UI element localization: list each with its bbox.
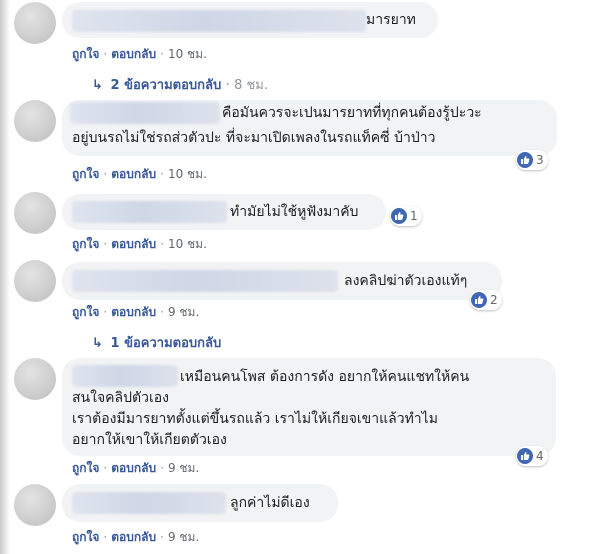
avatar[interactable]	[14, 484, 56, 526]
comment-timestamp: 9 ชม.	[167, 530, 200, 544]
reaction-count-badge[interactable]: 1	[390, 206, 422, 226]
comment-timestamp: 9 ชม.	[167, 305, 200, 319]
like-link[interactable]: ถูกใจ	[72, 237, 99, 251]
reply-link[interactable]: ตอบกลับ	[111, 530, 156, 544]
reply-link[interactable]: ตอบกลับ	[111, 47, 156, 61]
like-link[interactable]: ถูกใจ	[72, 461, 99, 475]
comment-text-line: สนใจคลิปตัวเอง	[72, 390, 169, 406]
reply-arrow-icon: ↳	[92, 336, 103, 351]
comment-timestamp: 10 ชม.	[167, 167, 207, 181]
reaction-count-badge[interactable]: 4	[516, 446, 548, 466]
comment-actions: ถูกใจ · ตอบกลับ · 10 ชม.	[72, 47, 207, 61]
redacted-username[interactable]	[70, 102, 220, 124]
view-replies-link[interactable]: ↳ 2 ข้อความตอบกลับ · 8 ชม.	[92, 74, 268, 95]
reply-link[interactable]: ตอบกลับ	[111, 305, 156, 319]
comment-actions: ถูกใจ · ตอบกลับ · 10 ชม.	[72, 167, 207, 181]
comment-actions: ถูกใจ · ตอบกลับ · 9 ชม.	[72, 305, 200, 319]
redacted-username[interactable]	[72, 270, 338, 292]
like-link[interactable]: ถูกใจ	[72, 167, 99, 181]
redacted-username[interactable]	[72, 365, 178, 387]
reaction-count: 1	[410, 209, 418, 223]
comment-text: ทำมัยไม่ใช้หูฟังมาคับ	[230, 204, 359, 220]
redacted-username[interactable]	[72, 10, 366, 32]
reply-link[interactable]: ตอบกลับ	[111, 237, 156, 251]
comment-text-line: อยากให้เขาให้เกียตตัวเอง	[72, 432, 227, 448]
thumbs-up-icon	[391, 208, 407, 224]
comment-bubble: คือมันควรจะเปนมารยาทที่ทุกคนต้องรู้ปะวะ …	[62, 100, 557, 156]
reaction-count: 2	[490, 293, 498, 307]
comment-actions: ถูกใจ · ตอบกลับ · 10 ชม.	[72, 237, 207, 251]
view-replies-link[interactable]: ↳ 1 ข้อความตอบกลับ	[92, 332, 221, 353]
like-link[interactable]: ถูกใจ	[72, 47, 99, 61]
comment-text: ลูกค่าไม่ดีเอง	[230, 495, 310, 511]
reaction-count: 4	[536, 449, 544, 463]
reaction-count-badge[interactable]: 3	[516, 150, 548, 170]
reply-link[interactable]: ตอบกลับ	[111, 167, 156, 181]
comment-text-line: เราต้องมีมารยาทตั้งแต่ขึ้นรถแล้ว เราไม่ใ…	[72, 411, 438, 427]
comment-text: ลงคลิปฆ่าตัวเองแท้ๆ	[344, 273, 468, 289]
replies-count: 2 ข้อความตอบกลับ	[110, 78, 222, 93]
like-link[interactable]: ถูกใจ	[72, 530, 99, 544]
redacted-username[interactable]	[72, 201, 227, 223]
comment-actions: ถูกใจ · ตอบกลับ · 9 ชม.	[72, 530, 200, 544]
comment-timestamp: 9 ชม.	[167, 461, 200, 475]
like-link[interactable]: ถูกใจ	[72, 305, 99, 319]
avatar[interactable]	[14, 192, 56, 234]
comment-bubble: เหมือนคนโพส ต้องการดัง อยากให้คนแชทให้คน…	[62, 358, 556, 456]
reaction-count-badge[interactable]: 2	[470, 290, 502, 310]
comment-timestamp: 10 ชม.	[167, 237, 207, 251]
comment-text-line: อยู่บนรถไม่ใช่รถส่วตัวปะ ที่จะมาเปิดเพลง…	[72, 130, 436, 146]
thumbs-up-icon	[471, 292, 487, 308]
comment-timestamp: 10 ชม.	[167, 47, 207, 61]
reaction-count: 3	[536, 153, 544, 167]
comment-text: มารยาท	[366, 12, 416, 28]
comment-bubble: ทำมัยไม่ใช้หูฟังมาคับ	[62, 194, 386, 230]
comment-bubble: มารยาท	[62, 2, 438, 38]
thumbs-up-icon	[517, 152, 533, 168]
comment-bubble: ลูกค่าไม่ดีเอง	[62, 484, 338, 522]
thumbs-up-icon	[517, 448, 533, 464]
comment-text-line: คือมันควรจะเปนมารยาทที่ทุกคนต้องรู้ปะวะ	[222, 105, 482, 121]
reply-link[interactable]: ตอบกลับ	[111, 461, 156, 475]
comment-actions: ถูกใจ · ตอบกลับ · 9 ชม.	[72, 461, 200, 475]
avatar[interactable]	[14, 358, 56, 400]
avatar[interactable]	[14, 2, 56, 44]
avatar[interactable]	[14, 260, 56, 302]
reply-arrow-icon: ↳	[92, 78, 103, 93]
left-edge-shadow	[0, 0, 10, 554]
comment-text-line: เหมือนคนโพส ต้องการดัง อยากให้คนแชทให้คน	[180, 369, 470, 385]
comment-bubble: ลงคลิปฆ่าตัวเองแท้ๆ	[62, 262, 502, 300]
avatar[interactable]	[14, 100, 56, 142]
replies-time: 8 ชม.	[234, 78, 268, 93]
replies-count: 1 ข้อความตอบกลับ	[110, 336, 222, 351]
redacted-username[interactable]	[72, 492, 226, 514]
